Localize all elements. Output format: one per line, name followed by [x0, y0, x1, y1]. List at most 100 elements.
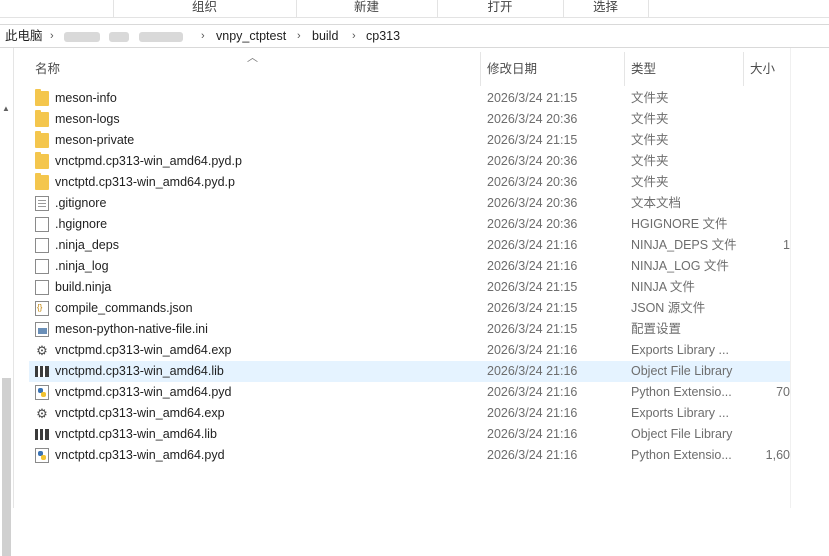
file-date-modified: 2026/3/24 20:36 — [487, 154, 578, 168]
breadcrumb-cp313[interactable]: cp313 — [366, 28, 400, 44]
file-type: NINJA 文件 — [631, 280, 695, 294]
file-row[interactable]: .gitignore 2026/3/24 20:36 文本文档 — [29, 193, 790, 214]
file-type: 文件夹 — [631, 154, 669, 168]
file-type: JSON 源文件 — [631, 301, 706, 315]
file-row[interactable]: vnctptd.cp313-win_amd64.pyd.p 2026/3/24 2… — [29, 172, 790, 193]
folder-icon — [35, 110, 49, 127]
file-type: 配置设置 — [631, 322, 682, 336]
file-date-modified: 2026/3/24 20:36 — [487, 217, 578, 231]
file-date-modified: 2026/3/24 21:16 — [487, 343, 578, 357]
file-date-modified: 2026/3/24 21:15 — [487, 133, 578, 147]
file-type: NINJA_DEPS 文件 — [631, 238, 737, 252]
file-type: 文件夹 — [631, 91, 669, 105]
breadcrumb-chevron-icon[interactable]: › — [352, 28, 356, 44]
file-size: 70 — [776, 385, 790, 399]
blank-file-icon — [35, 238, 49, 253]
file-date-modified: 2026/3/24 20:36 — [487, 175, 578, 189]
column-header-size[interactable]: 大小 — [743, 52, 790, 86]
file-date-modified: 2026/3/24 21:16 — [487, 259, 578, 273]
blank-file-icon — [35, 259, 49, 274]
file-date-modified: 2026/3/24 21:16 — [487, 448, 578, 462]
file-date-modified: 2026/3/24 21:15 — [487, 301, 578, 315]
file-row[interactable]: ⚙ vnctptd.cp313-win_amd64.exp 2026/3/24 21… — [29, 403, 790, 424]
redacted-segment — [64, 31, 100, 42]
file-name: build.ninja — [55, 280, 112, 294]
file-type: 文件夹 — [631, 133, 669, 147]
file-name: vnctpmd.cp313-win_amd64.pyd — [55, 385, 232, 399]
file-row[interactable]: vnctpmd.cp313-win_amd64.pyd 2026/3/24 21:… — [29, 382, 790, 403]
file-row[interactable]: .ninja_log 2026/3/24 21:16 NINJA_LOG 文件 — [29, 256, 790, 277]
navigation-pane-scrollbar[interactable]: ▲ — [0, 48, 14, 556]
column-header-name[interactable]: 名称 — [29, 52, 480, 86]
file-type: HGIGNORE 文件 — [631, 217, 728, 231]
breadcrumb-chevron-icon[interactable]: › — [50, 28, 54, 44]
file-type: Python Extensio... — [631, 448, 732, 462]
breadcrumb-build[interactable]: build — [312, 28, 338, 44]
scroll-up-arrow-icon[interactable]: ▲ — [2, 104, 10, 113]
file-row[interactable]: meson-python-native-file.ini 2026/3/24 21… — [29, 319, 790, 340]
library-icon — [35, 429, 49, 440]
file-name: meson-info — [55, 91, 117, 105]
file-type: 文件夹 — [631, 175, 669, 189]
file-name: meson-logs — [55, 112, 120, 126]
python-file-icon — [35, 448, 49, 463]
column-header-type[interactable]: 类型 — [624, 52, 743, 86]
breadcrumb-vnpy-ctptest[interactable]: vnpy_ctptest — [216, 28, 286, 44]
file-name: vnctpmd.cp313-win_amd64.lib — [55, 364, 224, 378]
breadcrumb-chevron-icon[interactable]: › — [297, 28, 301, 44]
file-row[interactable]: .ninja_deps 2026/3/24 21:16 NINJA_DEPS 文件 1 — [29, 235, 790, 256]
file-row[interactable]: vnctpmd.cp313-win_amd64.pyd.p 2026/3/24 2… — [29, 151, 790, 172]
breadcrumb-obscured-path[interactable] — [64, 28, 183, 44]
gear-file-icon: ⚙ — [36, 406, 48, 421]
ribbon-group-select[interactable]: 选择 — [563, 0, 649, 17]
redacted-segment — [138, 31, 183, 42]
file-name: vnctptd.cp313-win_amd64.pyd — [55, 448, 225, 462]
file-date-modified: 2026/3/24 21:16 — [487, 406, 578, 420]
navigation-scroll-thumb[interactable] — [2, 378, 11, 556]
file-row[interactable]: vnctptd.cp313-win_amd64.pyd 2026/3/24 21:… — [29, 445, 790, 466]
file-name: meson-private — [55, 133, 135, 147]
redacted-segment — [109, 31, 130, 42]
json-file-icon — [35, 301, 49, 316]
file-type: 文本文档 — [631, 196, 682, 210]
gear-file-icon: ⚙ — [36, 343, 48, 358]
file-name: vnctptd.cp313-win_amd64.pyd.p — [55, 175, 235, 189]
ribbon-group-organize[interactable]: 组织 — [113, 0, 297, 17]
file-name: .hgignore — [55, 217, 108, 231]
breadcrumb-chevron-icon[interactable]: › — [201, 28, 205, 44]
file-type: Python Extensio... — [631, 385, 732, 399]
file-row[interactable]: build.ninja 2026/3/24 21:15 NINJA 文件 — [29, 277, 790, 298]
python-file-icon — [35, 385, 49, 400]
file-row[interactable]: .hgignore 2026/3/24 20:36 HGIGNORE 文件 — [29, 214, 790, 235]
file-name: .ninja_deps — [55, 238, 119, 252]
file-type: Exports Library ... — [631, 406, 729, 420]
file-date-modified: 2026/3/24 21:15 — [487, 280, 578, 294]
file-name: .ninja_log — [55, 259, 109, 273]
file-type: Object File Library — [631, 364, 733, 378]
file-type: Object File Library — [631, 427, 733, 441]
file-row[interactable]: vnctptd.cp313-win_amd64.lib 2026/3/24 21:… — [29, 424, 790, 445]
file-date-modified: 2026/3/24 21:15 — [487, 322, 578, 336]
file-type: NINJA_LOG 文件 — [631, 259, 729, 273]
file-row[interactable]: meson-private 2026/3/24 21:15 文件夹 — [29, 130, 790, 151]
file-date-modified: 2026/3/24 21:15 — [487, 91, 578, 105]
breadcrumb-this-pc[interactable]: 此电脑 — [5, 28, 43, 44]
column-header-date-modified[interactable]: 修改日期 — [480, 52, 624, 86]
blank-file-icon — [35, 217, 49, 232]
ribbon-group-spacer — [0, 0, 114, 17]
file-row[interactable]: compile_commands.json 2026/3/24 21:15 JSON… — [29, 298, 790, 319]
address-bar[interactable]: 此电脑 › › vnpy_ctptest › build › cp313 — [0, 24, 829, 48]
file-date-modified: 2026/3/24 21:16 — [487, 385, 578, 399]
text-file-icon — [35, 196, 49, 211]
file-row[interactable]: meson-info 2026/3/24 21:15 文件夹 — [29, 88, 790, 109]
file-row[interactable]: vnctpmd.cp313-win_amd64.lib 2026/3/24 21:… — [29, 361, 790, 382]
file-size: 1,60 — [765, 448, 790, 462]
file-date-modified: 2026/3/24 21:16 — [487, 364, 578, 378]
ribbon-group-open[interactable]: 打开 — [437, 0, 564, 17]
file-name: vnctptd.cp313-win_amd64.exp — [55, 406, 225, 420]
file-row[interactable]: ⚙ vnctpmd.cp313-win_amd64.exp 2026/3/24 21… — [29, 340, 790, 361]
file-date-modified: 2026/3/24 21:16 — [487, 427, 578, 441]
file-name: meson-python-native-file.ini — [55, 322, 208, 336]
file-row[interactable]: meson-logs 2026/3/24 20:36 文件夹 — [29, 109, 790, 130]
ribbon-group-new[interactable]: 新建 — [296, 0, 438, 17]
